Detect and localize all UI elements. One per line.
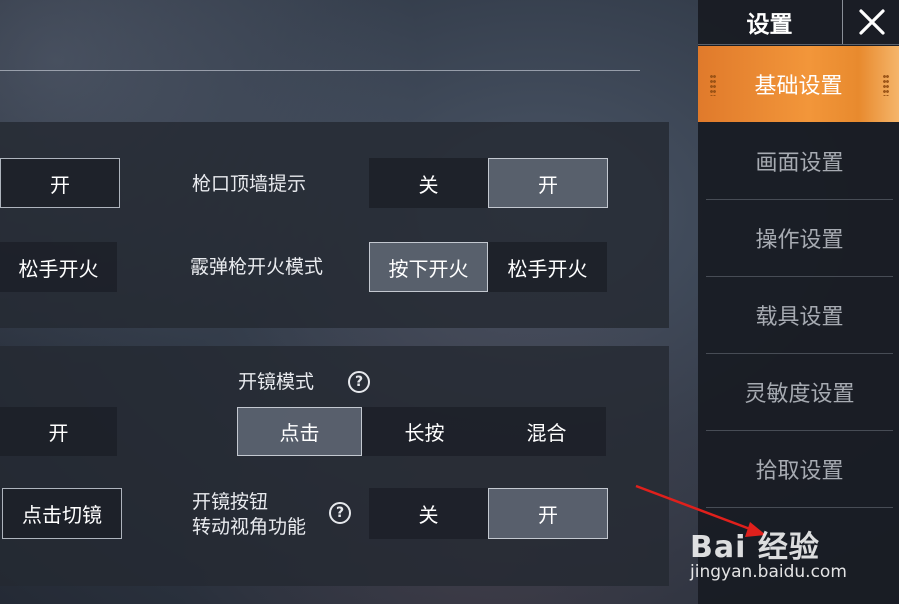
red-arrow-annotation	[635, 484, 766, 537]
baidu-jingyan-logo: Bai 经验	[690, 530, 820, 565]
watermark-url: jingyan.baidu.com	[690, 562, 847, 582]
